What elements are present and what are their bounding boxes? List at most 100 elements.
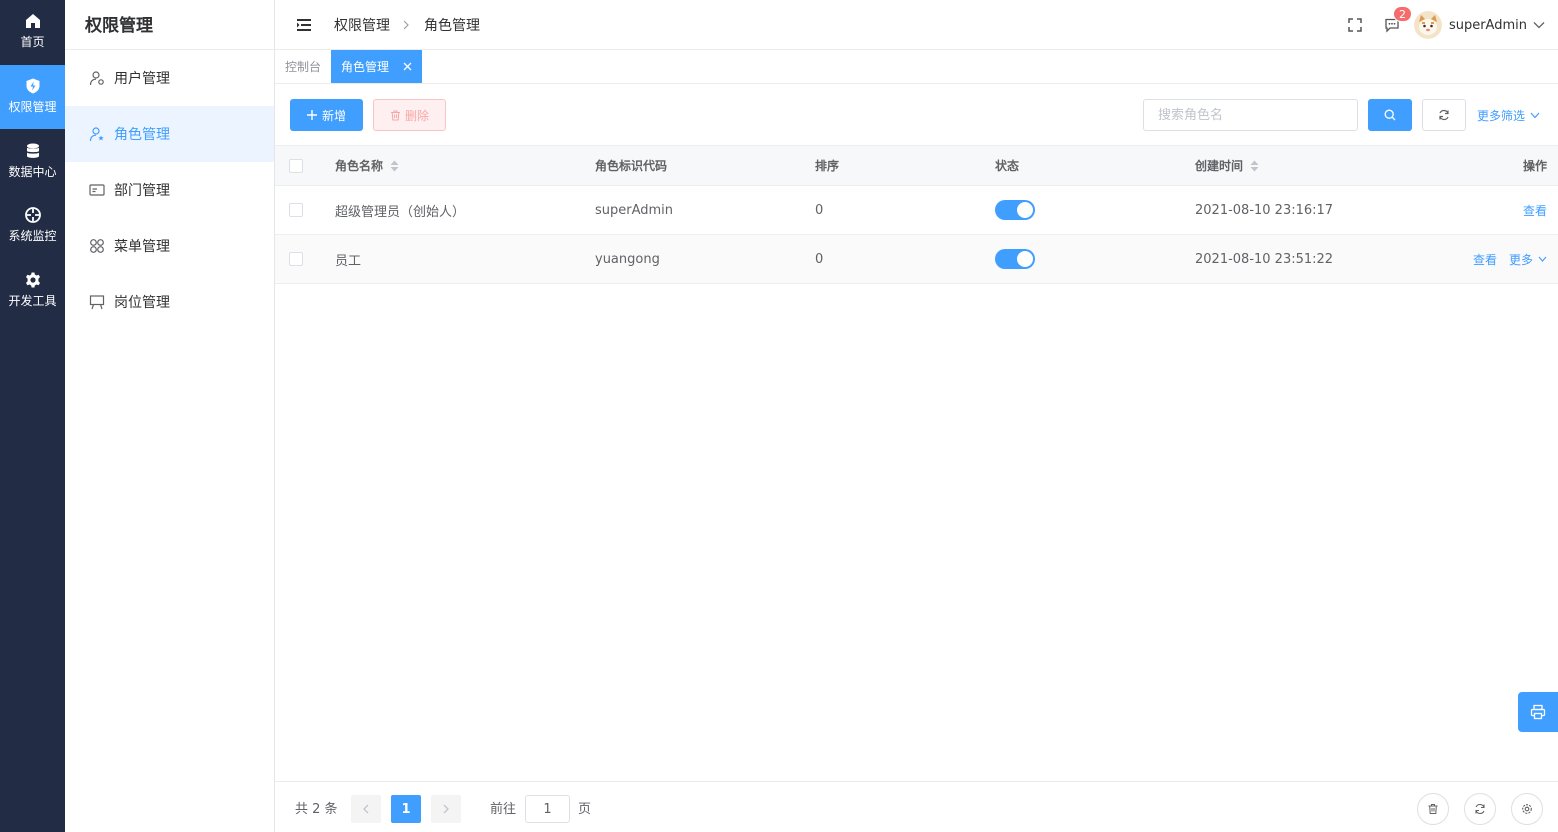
crosshair-icon [24, 207, 41, 223]
tab-dashboard[interactable]: 控制台 [275, 50, 331, 83]
avatar[interactable] [1413, 11, 1442, 39]
rail-item-label: 权限管理 [8, 100, 57, 114]
rail-item-dev-tools[interactable]: 开发工具 [0, 259, 65, 323]
recycle-bin-button[interactable] [1417, 793, 1449, 825]
goto-page-input[interactable] [525, 795, 570, 823]
row-checkbox-cell [289, 186, 303, 234]
table-settings-button[interactable] [1511, 793, 1543, 825]
home-icon [25, 14, 40, 28]
rail-item-monitor[interactable]: 系统监控 [0, 194, 65, 258]
rail-item-permissions[interactable]: 权限管理 [0, 65, 65, 129]
floating-settings-button[interactable] [1518, 692, 1558, 732]
cell-role-name: 员工 [335, 253, 362, 269]
more-filter-label: 更多筛选 [1477, 108, 1526, 123]
search-icon [1384, 109, 1396, 121]
sub-menu: 权限管理 用户管理 角色管理 部门管理 菜单管理 岗位管理 [65, 0, 275, 832]
print-icon [1530, 704, 1546, 720]
cell-role-code: yuangong [595, 251, 660, 267]
rail-item-label: 开发工具 [8, 294, 57, 308]
breadcrumb-item-current: 角色管理 [424, 17, 480, 34]
header-actions: 2 superAdmin [1348, 0, 1558, 50]
column-header-code: 角色标识代码 [595, 146, 667, 185]
row-checkbox[interactable] [289, 252, 303, 266]
sidebar-item-users[interactable]: 用户管理 [65, 50, 274, 106]
view-link[interactable]: 查看 [1473, 251, 1497, 268]
sort-icon[interactable] [390, 160, 399, 172]
more-filter-dropdown[interactable]: 更多筛选 [1477, 99, 1540, 131]
tab-label: 控制台 [285, 60, 322, 74]
sort-icon[interactable] [1250, 160, 1259, 172]
tab-label: 角色管理 [341, 60, 390, 74]
sidebar-item-departments[interactable]: 部门管理 [65, 162, 274, 218]
notification-badge: 2 [1392, 6, 1412, 22]
refresh-icon [1475, 803, 1485, 815]
submenu-title: 权限管理 [65, 0, 274, 50]
username[interactable]: superAdmin [1449, 18, 1527, 33]
table-row: 超级管理员（创始人） superAdmin 0 2021-08-10 23:16… [275, 186, 1558, 235]
view-link[interactable]: 查看 [1523, 202, 1547, 219]
sidebar-item-menus[interactable]: 菜单管理 [65, 218, 274, 274]
id-card-icon [89, 184, 105, 196]
gear-icon [25, 272, 40, 288]
column-label: 角色标识代码 [595, 159, 668, 173]
cell-actions: 查看 更多 [1473, 235, 1547, 283]
messages-button[interactable]: 2 [1384, 6, 1412, 34]
cell-sort: 0 [815, 251, 824, 267]
column-header-name[interactable]: 角色名称 [335, 146, 399, 185]
sidebar-item-label: 角色管理 [114, 127, 170, 143]
cell-created: 2021-08-10 23:16:17 [1195, 202, 1334, 218]
user-settings-icon [89, 71, 104, 86]
chevron-down-icon [1538, 256, 1547, 262]
rail-item-label: 系统监控 [8, 229, 57, 243]
app-root: 首页 权限管理 数据中心 系统监控 开发工具 权限管理 用户管理 角色管理 部门… [0, 0, 1558, 832]
chevron-down-icon[interactable] [1533, 21, 1545, 29]
breadcrumb-item[interactable]: 权限管理 [334, 15, 390, 35]
refresh-icon [1439, 109, 1449, 121]
search-input[interactable] [1143, 99, 1358, 131]
rail-item-data-center[interactable]: 数据中心 [0, 130, 65, 194]
database-icon [26, 143, 39, 158]
roles-table: 角色名称 角色标识代码 排序 状态 创建时间 操作 超级管理员（创始人） sup… [275, 145, 1558, 284]
sidebar-item-positions[interactable]: 岗位管理 [65, 274, 274, 330]
more-actions-dropdown[interactable]: 更多 [1509, 251, 1547, 268]
add-button[interactable]: 新增 [290, 99, 363, 131]
delete-button-label: 删除 [404, 108, 429, 123]
next-page-button[interactable] [431, 795, 461, 823]
chevron-down-icon [1530, 112, 1540, 118]
column-label: 角色名称 [335, 159, 384, 173]
primary-rail: 首页 权限管理 数据中心 系统监控 开发工具 [0, 0, 65, 832]
fullscreen-icon[interactable] [1348, 18, 1362, 32]
rail-item-home[interactable]: 首页 [0, 0, 65, 64]
more-actions-label: 更多 [1508, 252, 1533, 267]
rail-item-label: 数据中心 [8, 165, 57, 179]
column-header-created[interactable]: 创建时间 [1195, 146, 1259, 185]
row-checkbox[interactable] [289, 203, 303, 217]
grid-icon [90, 239, 104, 253]
reload-button[interactable] [1464, 793, 1496, 825]
status-toggle[interactable] [995, 200, 1035, 220]
add-button-label: 新增 [321, 108, 346, 123]
prev-page-button[interactable] [351, 795, 381, 823]
total-count: 共 2 条 [295, 802, 338, 817]
gear-icon [1522, 804, 1532, 814]
sidebar-item-roles[interactable]: 角色管理 [65, 106, 274, 162]
breadcrumb: 权限管理 角色管理 [334, 15, 480, 35]
status-toggle[interactable] [995, 249, 1035, 269]
page-number-current[interactable]: 1 [391, 795, 421, 823]
menu-toggle-icon[interactable] [297, 18, 311, 31]
goto-suffix: 页 [578, 802, 592, 817]
shield-icon [26, 78, 39, 94]
cell-status [995, 235, 1035, 283]
tab-role-management[interactable]: 角色管理 [331, 50, 423, 83]
select-all-checkbox[interactable] [289, 158, 303, 173]
chevron-right-icon [403, 20, 409, 29]
user-star-icon [89, 127, 104, 142]
sidebar-item-label: 菜单管理 [114, 239, 170, 255]
close-icon[interactable] [403, 62, 412, 71]
search-button[interactable] [1368, 99, 1412, 131]
cell-role-code: superAdmin [595, 202, 674, 218]
refresh-button[interactable] [1422, 99, 1466, 131]
top-header: 权限管理 角色管理 2 superAdmin [275, 0, 1558, 50]
row-checkbox-cell [289, 235, 303, 283]
delete-button[interactable]: 删除 [373, 99, 446, 131]
